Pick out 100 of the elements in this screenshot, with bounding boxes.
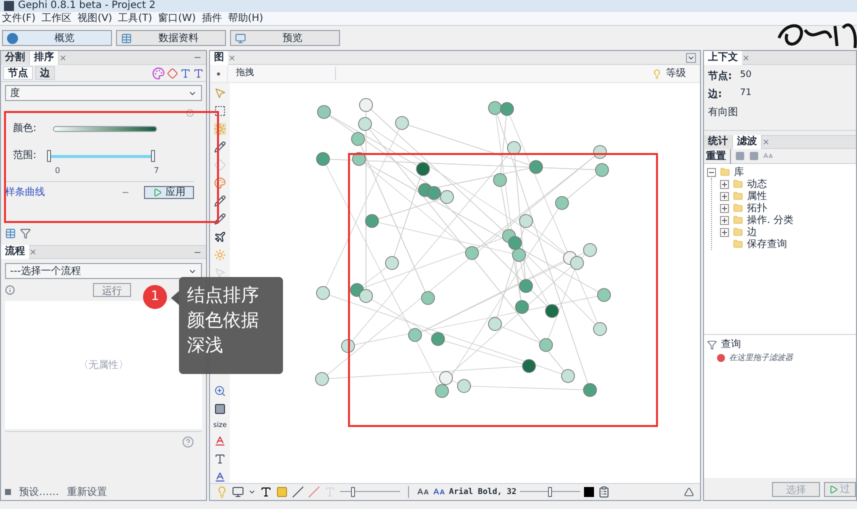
graph-node[interactable] [317, 105, 331, 119]
close-icon[interactable] [228, 54, 236, 62]
font-icon[interactable] [763, 151, 773, 161]
menu-item[interactable]: 插件 [202, 12, 222, 25]
graph-node[interactable] [561, 369, 575, 383]
color-wheel-icon[interactable] [152, 66, 165, 80]
spline-link[interactable]: 样条曲线 [5, 185, 45, 200]
presets-link[interactable]: 预设…… [19, 484, 59, 500]
tree-item[interactable]: 拓扑 [747, 200, 767, 216]
graph-node[interactable] [595, 163, 609, 177]
rectangle-select-icon[interactable] [214, 105, 226, 117]
close-icon[interactable] [742, 54, 750, 62]
diamond-icon[interactable] [167, 68, 178, 78]
graph-node[interactable] [512, 248, 526, 262]
close-icon[interactable] [59, 54, 67, 62]
info-icon[interactable] [5, 285, 15, 295]
range-thumb[interactable] [151, 150, 155, 162]
graph-node[interactable] [427, 186, 441, 200]
panel-tab[interactable]: 边 [35, 66, 55, 80]
graph-node[interactable] [583, 383, 597, 397]
graph-node[interactable] [421, 291, 435, 305]
tree-item[interactable]: 动态 [747, 176, 767, 192]
menu-item[interactable]: 帮助(H) [228, 12, 264, 25]
graph-node[interactable] [488, 317, 502, 331]
graph-node[interactable] [351, 132, 365, 146]
scroll-menu-icon[interactable] [686, 52, 696, 62]
menu-item[interactable]: 工具(T) [118, 12, 152, 25]
slider-thumb[interactable] [548, 487, 552, 497]
label-underline-icon[interactable] [214, 471, 226, 483]
highlight-icon[interactable] [276, 486, 288, 498]
menu-item[interactable]: 窗口(W) [158, 12, 196, 25]
expand-icon[interactable] [720, 204, 729, 212]
graph-node[interactable] [597, 288, 611, 302]
label-size-icon[interactable] [180, 68, 191, 78]
graph-node[interactable] [570, 256, 584, 270]
graph-node[interactable] [365, 214, 379, 228]
expand-icon[interactable] [720, 228, 729, 236]
reset-link[interactable]: 重新设置 [67, 484, 107, 500]
graph-node[interactable] [440, 190, 454, 204]
color-swatch[interactable] [584, 487, 594, 497]
graph-node[interactable] [507, 141, 521, 155]
workflow-dropdown[interactable]: ---选择一个流程 [5, 263, 202, 279]
graph-node[interactable] [359, 98, 373, 112]
pointer-icon[interactable] [214, 267, 226, 279]
panel-tab[interactable]: 上下文 [704, 50, 742, 64]
collapse-icon[interactable] [707, 168, 716, 176]
text-icon[interactable] [260, 486, 272, 498]
graph-node[interactable] [519, 214, 533, 228]
pencil-icon[interactable] [214, 195, 226, 207]
workspace-button[interactable]: 数据资料 [116, 30, 226, 46]
palette-icon[interactable] [214, 177, 226, 189]
caret-icon[interactable] [248, 488, 256, 496]
graph-node[interactable] [316, 286, 330, 300]
graph-node[interactable] [385, 256, 399, 270]
pencil-icon[interactable] [214, 141, 226, 153]
triangle-icon[interactable] [684, 487, 694, 497]
filter-icon[interactable] [20, 228, 31, 239]
graph-node[interactable] [539, 338, 553, 352]
zoom-icon[interactable] [214, 385, 226, 397]
label-color-icon[interactable] [193, 68, 204, 78]
edge-line-icon[interactable] [292, 486, 304, 498]
info-icon[interactable] [186, 109, 194, 117]
square-icon[interactable] [214, 403, 226, 415]
graph-node[interactable] [488, 101, 502, 115]
graph-node[interactable] [493, 173, 507, 187]
graph-node[interactable] [416, 162, 430, 176]
menu-item[interactable]: 工作区 [42, 12, 72, 25]
graph-node[interactable] [350, 283, 364, 297]
graph-node[interactable] [316, 152, 330, 166]
close-icon[interactable] [29, 248, 37, 256]
menu-item[interactable]: 文件(F) [2, 12, 36, 25]
panel-tab[interactable]: 统计 [704, 135, 733, 149]
panel-tab[interactable]: 流程 [1, 245, 29, 259]
expand-icon[interactable] [720, 192, 729, 200]
graph-node[interactable] [431, 332, 445, 346]
graph-node[interactable] [500, 102, 514, 116]
graph-node[interactable] [593, 145, 607, 159]
graph-node[interactable] [358, 117, 372, 131]
menu-item[interactable]: 视图(V) [78, 12, 112, 25]
expand-icon[interactable] [720, 216, 729, 224]
tree-item[interactable]: 操作. 分类 [747, 212, 794, 228]
screenshot-icon[interactable] [232, 486, 244, 498]
graph-node[interactable] [555, 196, 569, 210]
tree-item[interactable]: 属性 [747, 188, 767, 204]
graph-node[interactable] [583, 243, 597, 257]
graph-node[interactable] [315, 372, 329, 386]
graph-node[interactable] [352, 152, 366, 166]
graph-node[interactable] [435, 384, 449, 398]
apply-button[interactable]: 应用 [144, 186, 194, 199]
graph-node[interactable] [545, 304, 559, 318]
pencil-icon[interactable] [214, 213, 226, 225]
workspace-button[interactable]: 概览 [2, 30, 112, 46]
panel-tab[interactable]: 滤波 [733, 135, 762, 149]
graph-node[interactable] [508, 236, 522, 250]
range-thumb[interactable] [47, 150, 51, 162]
graph-node[interactable] [439, 371, 453, 385]
table-icon[interactable] [5, 228, 16, 239]
graph-node[interactable] [522, 359, 536, 373]
slider-thumb[interactable] [351, 487, 356, 497]
clipboard-icon[interactable] [598, 486, 610, 498]
